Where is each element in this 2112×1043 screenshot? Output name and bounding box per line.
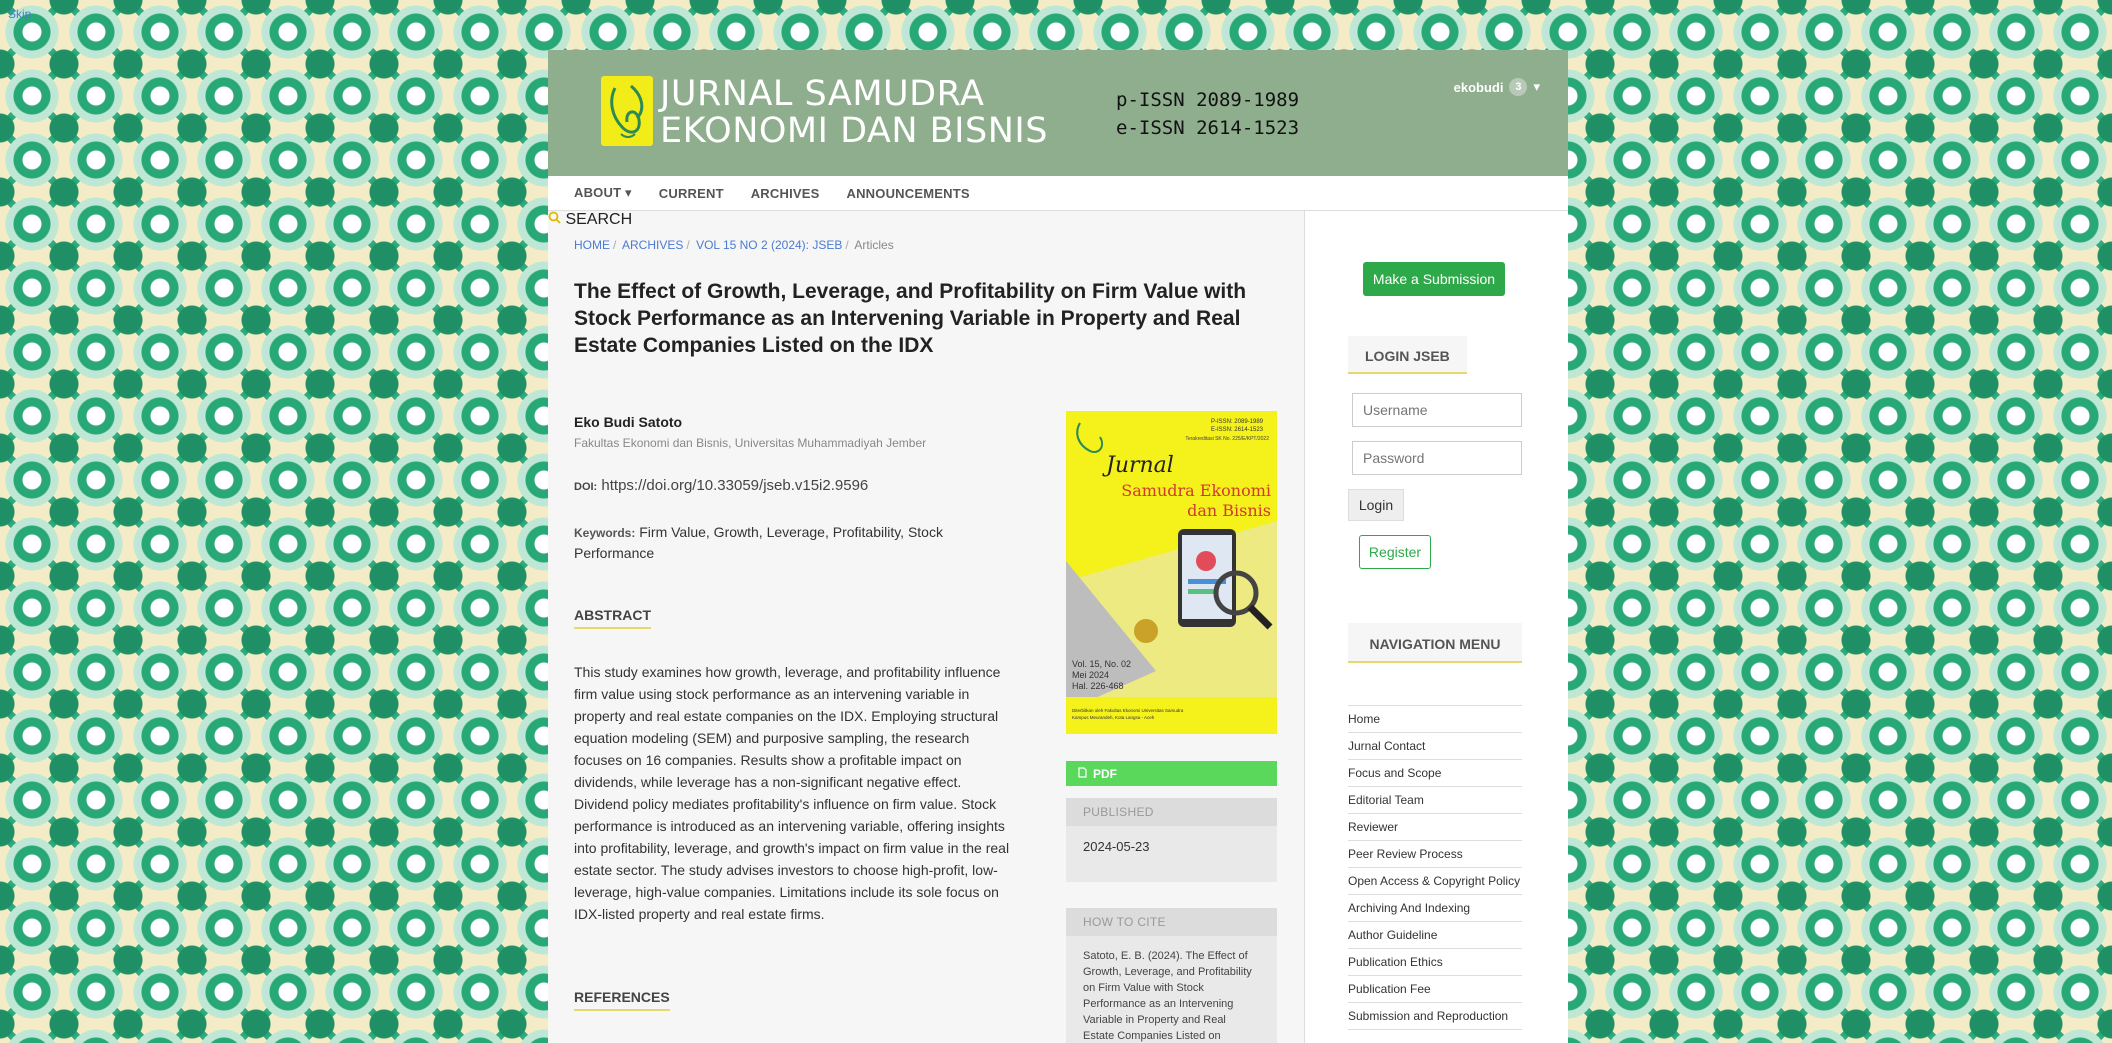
nav-announcements[interactable]: ANNOUNCEMENTS xyxy=(847,186,970,201)
navigation-menu-heading: NAVIGATION MENU xyxy=(1348,623,1522,663)
article-sidebar: P-ISSN: 2089-1989 E-ISSN: 2614-1523 Tera… xyxy=(1066,411,1277,1043)
login-button[interactable]: Login xyxy=(1348,489,1404,521)
references-heading: REFERENCES xyxy=(574,989,670,1011)
eissn: e-ISSN 2614-1523 xyxy=(1116,117,1300,139)
nav-menu-item[interactable]: Jurnal Contact xyxy=(1348,733,1522,760)
nav-menu-item[interactable]: Publication Ethics xyxy=(1348,949,1522,976)
issue-cover-image[interactable]: P-ISSN: 2089-1989 E-ISSN: 2614-1523 Tera… xyxy=(1066,411,1277,734)
nav-archives[interactable]: ARCHIVES xyxy=(751,186,820,201)
make-submission-button[interactable]: Make a Submission xyxy=(1363,262,1505,296)
cover-title-samudra: Samudra Ekonomi xyxy=(1121,481,1271,500)
article-details: Eko Budi Satoto Fakultas Ekonomi dan Bis… xyxy=(574,411,1014,1011)
nav-menu-item[interactable]: Editorial Team xyxy=(1348,787,1522,814)
navigation-menu: Home Jurnal Contact Focus and Scope Edit… xyxy=(1348,705,1522,1030)
cover-title-word: Jurnal xyxy=(1106,453,1174,478)
how-to-cite-box: HOW TO CITE Satoto, E. B. (2024). The Ef… xyxy=(1066,908,1277,1043)
primary-nav: ABOUT ▾ CURRENT ARCHIVES ANNOUNCEMENTS xyxy=(548,176,1568,211)
pissn: p-ISSN 2089-1989 xyxy=(1116,89,1300,111)
cover-issn-p: P-ISSN: 2089-1989 xyxy=(1210,419,1263,425)
login-heading: LOGIN JSEB xyxy=(1348,336,1467,374)
nav-menu-item[interactable]: Peer Review Process xyxy=(1348,841,1522,868)
journal-page: JURNAL SAMUDRA EKONOMI DAN BISNIS p-ISSN… xyxy=(548,50,1568,1043)
how-to-cite-label: HOW TO CITE xyxy=(1066,908,1277,936)
doi: DOI: https://doi.org/10.33059/jseb.v15i2… xyxy=(574,477,869,494)
nav-menu-item[interactable]: Home xyxy=(1348,706,1522,733)
user-menu[interactable]: ekobudi 3 ▾ xyxy=(1454,78,1540,96)
cover-accreditation: Terakreditasi SK No. 225/E/KPT/2022 xyxy=(1185,436,1269,442)
journal-title[interactable]: JURNAL SAMUDRA EKONOMI DAN BISNIS xyxy=(660,76,1048,150)
cover-publisher: Diterbitkan oleh Fakultas Ekonomi Univer… xyxy=(1072,708,1184,720)
issn-block: p-ISSN 2089-1989 e-ISSN 2614-1523 xyxy=(1116,86,1299,142)
file-icon xyxy=(1078,766,1087,781)
nav-current[interactable]: CURRENT xyxy=(659,186,724,201)
keywords: Keywords: Firm Value, Growth, Leverage, … xyxy=(574,524,943,561)
skip-link[interactable]: Skip xyxy=(8,7,31,21)
notification-badge: 3 xyxy=(1509,78,1528,96)
nav-menu-item[interactable]: Author Guideline xyxy=(1348,922,1522,949)
chevron-down-icon: ▾ xyxy=(1533,79,1540,94)
cover-issn-e: E-ISSN: 2614-1523 xyxy=(1210,427,1263,433)
citation-text: Satoto, E. B. (2024). The Effect of Grow… xyxy=(1083,950,1252,1042)
site-header: JURNAL SAMUDRA EKONOMI DAN BISNIS p-ISSN… xyxy=(548,50,1568,176)
nav-menu-item[interactable]: Open Access & Copyright Policy xyxy=(1348,868,1522,895)
published-box: PUBLISHED 2024-05-23 xyxy=(1066,798,1277,882)
register-button[interactable]: Register xyxy=(1359,535,1431,569)
abstract-text: This study examines how growth, leverage… xyxy=(574,664,1010,922)
nav-menu-item[interactable]: Focus and Scope xyxy=(1348,760,1522,787)
username: ekobudi xyxy=(1453,79,1504,95)
article-body: Eko Budi Satoto Fakultas Ekonomi dan Bis… xyxy=(548,211,1303,1043)
published-label: PUBLISHED xyxy=(1066,798,1277,826)
password-input[interactable] xyxy=(1352,441,1522,475)
abstract-heading: ABSTRACT xyxy=(574,607,651,629)
username-input[interactable] xyxy=(1352,393,1522,427)
right-sidebar: Make a Submission LOGIN JSEB Login Regis… xyxy=(1304,211,1568,1043)
published-date: 2024-05-23 xyxy=(1083,839,1150,854)
nav-about[interactable]: ABOUT ▾ xyxy=(574,185,632,201)
nav-menu-item[interactable]: Reviewer xyxy=(1348,814,1522,841)
author-affiliation: Fakultas Ekonomi dan Bisnis, Universitas… xyxy=(574,436,927,450)
cover-volume: Vol. 15, No. 02 Mei 2024 Hal. 226-468 xyxy=(1072,659,1132,691)
doi-link[interactable]: https://doi.org/10.33059/jseb.v15i2.9596 xyxy=(601,477,868,494)
nav-menu-item[interactable]: Archiving And Indexing xyxy=(1348,895,1522,922)
journal-logo-icon[interactable] xyxy=(601,76,653,146)
cover-title-bisnis: dan Bisnis xyxy=(1187,501,1271,520)
nav-menu-item[interactable]: Publication Fee xyxy=(1348,976,1522,1003)
nav-menu-item[interactable]: Submission and Reproduction xyxy=(1348,1003,1522,1030)
pdf-download-button[interactable]: PDF xyxy=(1066,761,1277,786)
author-name: Eko Budi Satoto xyxy=(574,414,683,430)
